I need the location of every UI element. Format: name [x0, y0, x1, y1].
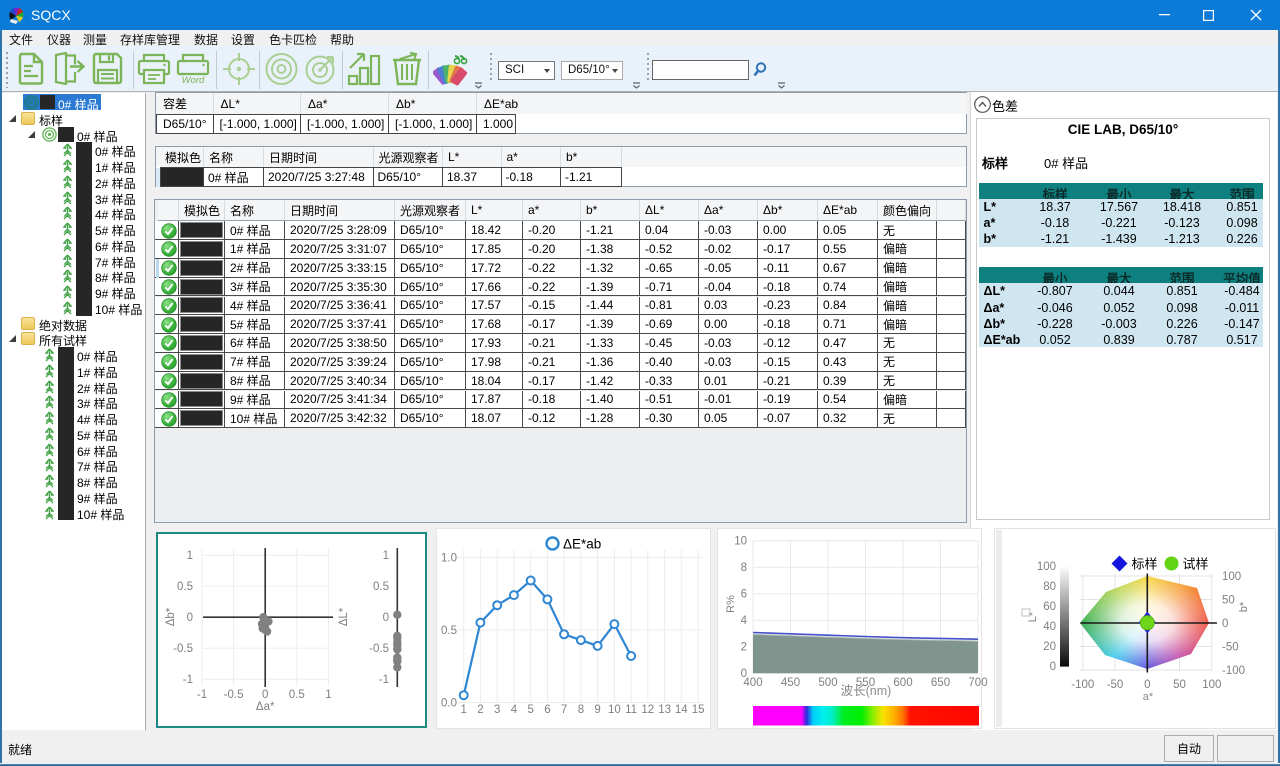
svg-text:6: 6	[544, 704, 550, 716]
svg-text:1: 1	[383, 550, 389, 562]
svg-text:b*: b*	[1238, 601, 1250, 612]
svg-text:11: 11	[625, 704, 637, 716]
svg-text:15: 15	[692, 704, 705, 716]
svg-text:700: 700	[968, 677, 987, 689]
svg-text:-1: -1	[379, 674, 389, 686]
svg-text:7: 7	[561, 704, 567, 716]
svg-text:14: 14	[675, 704, 688, 716]
svg-text:-0.5: -0.5	[224, 689, 244, 701]
svg-text:20: 20	[1043, 641, 1056, 653]
svg-text:Δa*: Δa*	[256, 701, 275, 713]
svg-text:ΔL*: ΔL*	[338, 607, 350, 626]
svg-text:0: 0	[187, 612, 193, 624]
svg-text:0: 0	[262, 689, 268, 701]
svg-text:500: 500	[818, 677, 837, 689]
svg-text:1: 1	[460, 704, 466, 716]
svg-text:-0.5: -0.5	[369, 643, 389, 655]
svg-text:-1: -1	[197, 689, 207, 701]
svg-text:0: 0	[1050, 661, 1056, 673]
svg-text:0: 0	[1144, 679, 1150, 691]
svg-text:-1: -1	[183, 674, 193, 686]
svg-text:6: 6	[741, 589, 747, 601]
svg-text:5: 5	[527, 704, 533, 716]
svg-text:-100: -100	[1071, 679, 1094, 691]
svg-text:a*: a*	[1143, 691, 1154, 703]
svg-text:0: 0	[383, 612, 389, 624]
svg-text:-100: -100	[1222, 665, 1245, 677]
svg-text:8: 8	[578, 704, 584, 716]
svg-text:13: 13	[658, 704, 671, 716]
svg-text:R%: R%	[725, 595, 737, 613]
svg-text:Word: Word	[182, 75, 205, 85]
svg-text:-50: -50	[1222, 642, 1239, 654]
svg-text:0.5: 0.5	[289, 689, 305, 701]
svg-text:8: 8	[741, 562, 747, 574]
svg-text:标样: 标样	[1132, 557, 1158, 572]
svg-text:12: 12	[641, 704, 654, 716]
svg-text:2: 2	[477, 704, 483, 716]
svg-text:-0.5: -0.5	[173, 643, 193, 655]
svg-text:50: 50	[1173, 679, 1186, 691]
svg-text:10: 10	[608, 704, 621, 716]
svg-text:650: 650	[931, 677, 950, 689]
svg-text:2: 2	[741, 642, 747, 654]
svg-text:50: 50	[1222, 595, 1235, 607]
svg-text:4: 4	[741, 615, 748, 627]
svg-text:100: 100	[1222, 571, 1241, 583]
svg-text:0.5: 0.5	[441, 625, 457, 637]
svg-text:L*: L*	[1027, 611, 1039, 622]
svg-text:ΔE*ab: ΔE*ab	[563, 537, 601, 552]
svg-text:0: 0	[1222, 618, 1228, 630]
svg-text:40: 40	[1043, 621, 1056, 633]
svg-text:100: 100	[1037, 561, 1056, 573]
svg-text:450: 450	[781, 677, 800, 689]
svg-text:400: 400	[743, 677, 762, 689]
svg-text:-50: -50	[1107, 679, 1124, 691]
svg-text:600: 600	[893, 677, 912, 689]
svg-text:10: 10	[734, 536, 747, 548]
svg-text:试样: 试样	[1183, 557, 1209, 572]
svg-text:4: 4	[511, 704, 518, 716]
svg-text:0.5: 0.5	[177, 581, 193, 593]
svg-text:9: 9	[594, 704, 600, 716]
svg-text:60: 60	[1043, 601, 1056, 613]
svg-text:80: 80	[1043, 581, 1056, 593]
svg-text:0.5: 0.5	[373, 581, 389, 593]
svg-text:1: 1	[187, 550, 193, 562]
svg-text:100: 100	[1202, 679, 1221, 691]
svg-text:1.0: 1.0	[441, 552, 457, 564]
svg-text:0.0: 0.0	[441, 698, 457, 710]
svg-text:3: 3	[494, 704, 500, 716]
svg-text:Δb*: Δb*	[165, 607, 177, 626]
svg-text:波长(nm): 波长(nm)	[841, 684, 892, 698]
svg-text:1: 1	[325, 689, 331, 701]
